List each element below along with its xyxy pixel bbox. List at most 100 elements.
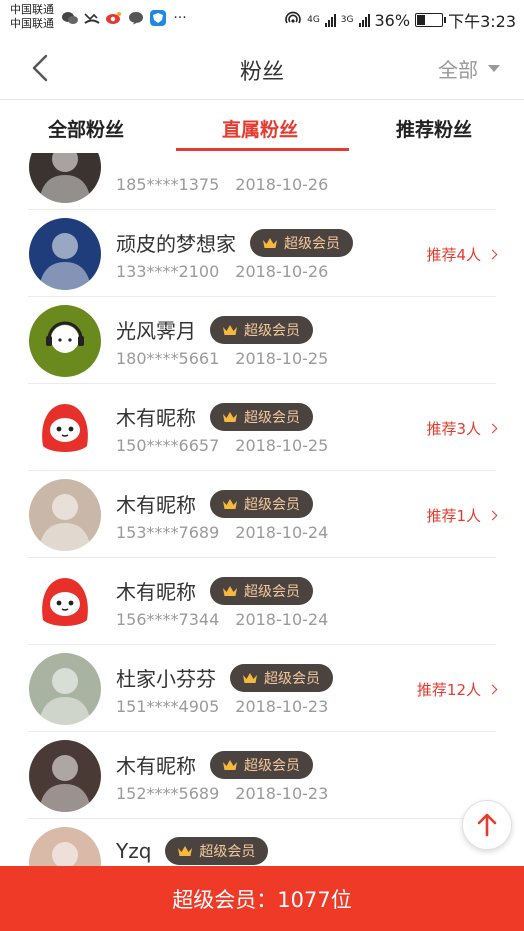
badge-label: 超级会员 — [244, 409, 300, 426]
name-line: 木有昵称 超级会员 — [116, 402, 313, 431]
chevron-right-icon — [487, 423, 498, 434]
super-member-badge: 超级会员 — [210, 576, 313, 605]
badge-label: 超级会员 — [244, 583, 300, 600]
status-bar: 中国联通 中国联通 ··· 4G 3G 36% 下午3:23 — [0, 0, 524, 36]
fan-join-date: 2018-10-26 — [235, 262, 329, 281]
avatar[interactable] — [29, 392, 101, 464]
weibo-icon — [106, 10, 122, 26]
recommend-count-link[interactable]: 推荐1人 — [426, 505, 498, 526]
fan-join-date: 2018-10-23 — [235, 697, 329, 716]
wechat-icon — [62, 10, 78, 26]
name-line: Yzq 超级会员 — [116, 837, 269, 865]
avatar[interactable] — [29, 566, 101, 638]
avatar[interactable] — [29, 740, 101, 812]
signal-icon-2 — [358, 13, 370, 27]
recommend-count: 推荐3人 — [426, 420, 481, 438]
fan-row[interactable]: 光风霁月 超级会员 180****5661 2018-10-25 — [0, 297, 524, 384]
avatar[interactable] — [29, 305, 101, 377]
arrow-up-icon — [477, 813, 497, 837]
avatar[interactable] — [29, 653, 101, 725]
fan-phone: 156****7344 — [116, 610, 220, 629]
avatar[interactable] — [29, 479, 101, 551]
fan-row[interactable]: 木有昵称 超级会员 156****7344 2018-10-24 — [0, 558, 524, 645]
missed-call-icon — [84, 10, 100, 26]
fan-meta: 133****2100 2018-10-26 — [116, 262, 328, 281]
active-tab-indicator — [176, 148, 349, 151]
fan-name: 木有昵称 — [116, 580, 196, 604]
recommend-count: 推荐12人 — [416, 681, 481, 699]
crown-icon — [223, 411, 237, 422]
name-line: 木有昵称 超级会员 — [116, 489, 313, 518]
tab-direct-fans[interactable]: 直属粉丝 — [222, 115, 298, 142]
fan-list[interactable]: 185****1375 2018-10-26 顽皮的梦想家 超级会员 133****21… — [0, 153, 524, 866]
name-line: 木有昵称 超级会员 — [116, 750, 313, 779]
recommend-count: 推荐1人 — [426, 507, 481, 525]
crown-icon — [223, 759, 237, 770]
badge-label: 超级会员 — [244, 757, 300, 774]
avatar[interactable] — [29, 218, 101, 290]
fan-phone: 151****4905 — [116, 697, 220, 716]
avatar[interactable] — [29, 153, 101, 203]
chat-icon — [128, 10, 144, 26]
super-member-badge: 超级会员 — [210, 315, 313, 344]
more-icon: ··· — [173, 10, 187, 26]
fan-row[interactable]: 185****1375 2018-10-26 — [0, 153, 524, 210]
fan-name: 顽皮的梦想家 — [116, 232, 236, 256]
fan-meta: 153****7689 2018-10-24 — [116, 523, 328, 542]
chevron-right-icon — [487, 249, 498, 260]
fan-phone: 133****2100 — [116, 262, 220, 281]
name-line: 木有昵称 超级会员 — [116, 576, 313, 605]
recommend-count-link[interactable]: 推荐12人 — [416, 679, 498, 700]
fan-name: Yzq — [116, 839, 152, 863]
clock: 下午3:23 — [448, 12, 516, 31]
fan-name: 木有昵称 — [116, 406, 196, 430]
fan-row[interactable]: 木有昵称 超级会员 152****5689 2018-10-23 — [0, 732, 524, 819]
fan-join-date: 2018-10-25 — [235, 349, 329, 368]
fan-meta: 185****1375 2018-10-26 — [116, 175, 328, 194]
fan-phone: 152****5689 — [116, 784, 220, 803]
fan-join-date: 2018-10-26 — [235, 175, 329, 194]
fan-join-date: 2018-10-23 — [235, 784, 329, 803]
badge-label: 超级会员 — [284, 235, 340, 252]
recommend-count-link[interactable]: 推荐4人 — [426, 244, 498, 265]
crown-icon — [263, 237, 277, 248]
fan-meta: 151****4905 2018-10-23 — [116, 697, 328, 716]
carrier-1: 中国联通 — [10, 3, 54, 16]
filter-dropdown[interactable]: 全部 — [438, 54, 500, 83]
caret-down-icon — [488, 65, 500, 72]
tab-recommended-fans[interactable]: 推荐粉丝 — [396, 115, 472, 142]
fan-row[interactable]: 木有昵称 超级会员 150****6657 2018-10-25 推荐3人 — [0, 384, 524, 471]
fan-name: 光风霁月 — [116, 319, 196, 343]
signal-icon-1 — [324, 13, 336, 27]
name-line: 顽皮的梦想家 超级会员 — [116, 228, 353, 257]
fan-join-date: 2018-10-24 — [235, 523, 329, 542]
name-line: 光风霁月 超级会员 — [116, 315, 313, 344]
super-member-badge: 超级会员 — [165, 837, 269, 865]
badge-label: 超级会员 — [244, 496, 300, 513]
crown-icon — [178, 846, 193, 856]
tab-all-fans[interactable]: 全部粉丝 — [48, 115, 124, 142]
super-member-footer[interactable]: 超级会员：1077位 — [0, 866, 524, 931]
fan-row[interactable]: Yzq超级会员189****08802018-10-22 — [0, 819, 524, 866]
crown-icon — [223, 498, 237, 509]
crown-icon — [223, 324, 237, 335]
badge-label: 超级会员 — [244, 322, 300, 339]
fan-name: 木有昵称 — [116, 754, 196, 778]
super-member-badge: 超级会员 — [250, 228, 353, 257]
scroll-top-button[interactable] — [462, 800, 512, 850]
recommend-count-link[interactable]: 推荐3人 — [426, 418, 498, 439]
name-line: 杜家小芬芬 超级会员 — [116, 663, 333, 692]
hotspot-icon — [284, 10, 302, 30]
recommend-count: 推荐4人 — [426, 246, 481, 264]
chevron-right-icon — [487, 510, 498, 521]
network-type-2: 3G — [340, 14, 354, 25]
super-member-badge: 超级会员 — [210, 750, 313, 779]
fan-row[interactable]: 木有昵称 超级会员 153****7689 2018-10-24 推荐1人 — [0, 471, 524, 558]
filter-label: 全部 — [438, 58, 478, 82]
fan-tabs: 全部粉丝 直属粉丝 推荐粉丝 — [0, 101, 524, 153]
avatar[interactable] — [29, 827, 101, 866]
fan-meta: 150****6657 2018-10-25 — [116, 436, 328, 455]
fan-row[interactable]: 顽皮的梦想家 超级会员 133****2100 2018-10-26 推荐4人 — [0, 210, 524, 297]
super-member-badge: 超级会员 — [230, 663, 333, 692]
fan-row[interactable]: 杜家小芬芬 超级会员 151****4905 2018-10-23 推荐12人 — [0, 645, 524, 732]
